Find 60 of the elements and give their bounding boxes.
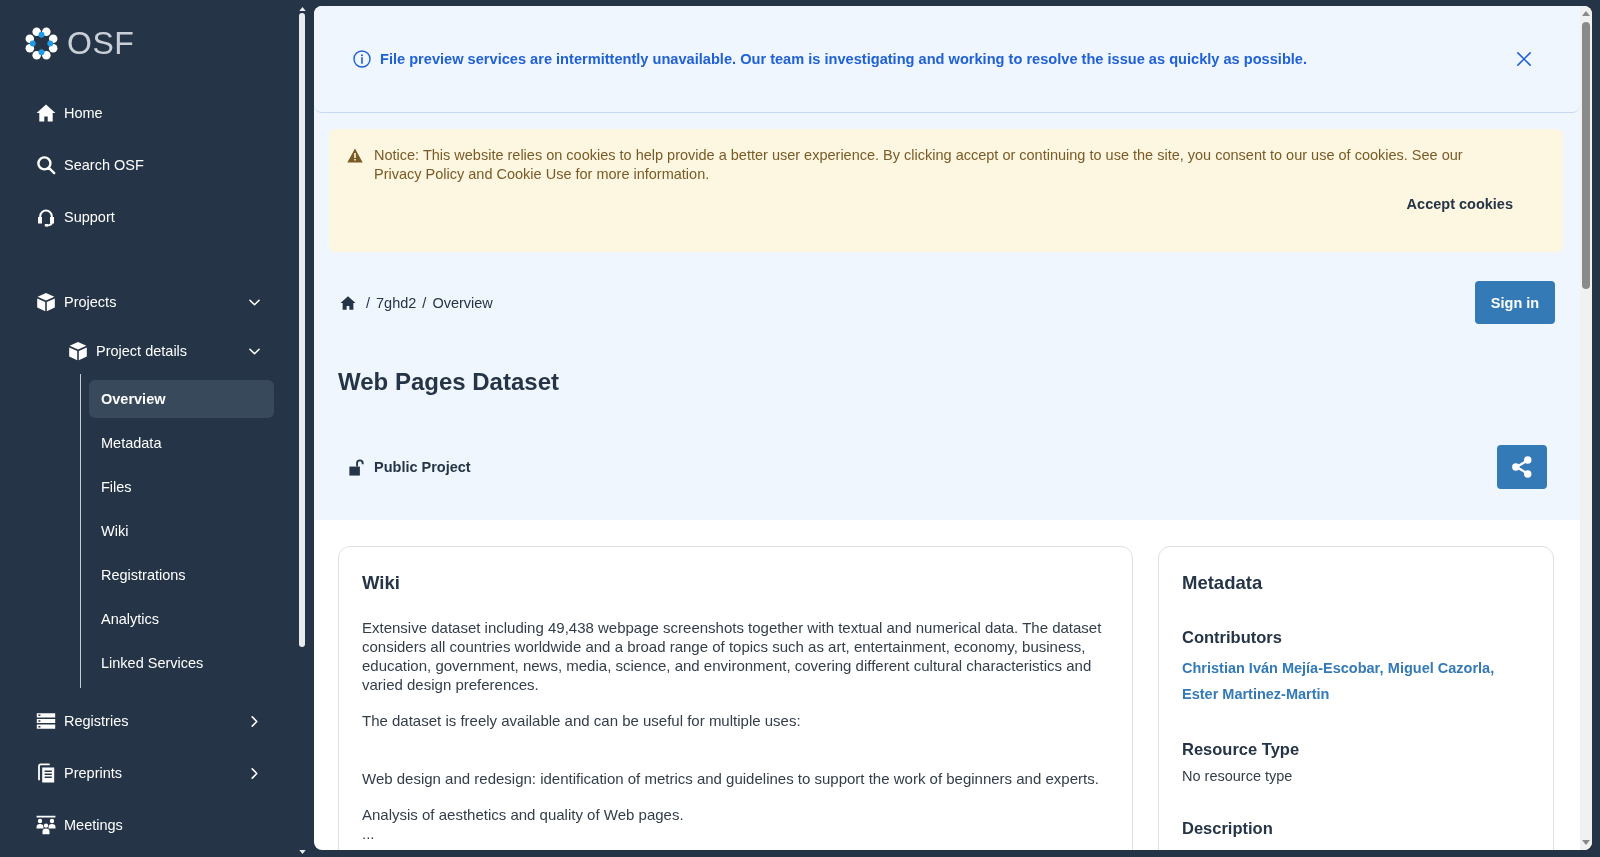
section-heading: Contributors — [1182, 627, 1282, 648]
nav-link[interactable]: Meetings — [36, 799, 260, 851]
contributor-link[interactable]: Ester Martinez-Martin — [1182, 682, 1330, 707]
ellipsis-text: ... — [362, 824, 375, 843]
arrow-down-icon[interactable] — [298, 850, 306, 854]
share-icon — [1511, 456, 1533, 478]
section-heading: Resource Type — [1182, 739, 1300, 760]
accept-cookies-button[interactable]: Accept cookies — [1394, 188, 1525, 220]
visibility-label: Public Project — [374, 459, 471, 475]
nav-link[interactable]: Search OSF — [36, 139, 260, 191]
breadcrumb-separator: / — [422, 294, 427, 311]
contributor-link[interactable]: Christian Iván Mejía-Escobar, — [1182, 656, 1384, 681]
wiki-paragraph: Web design and redesign: identification of metrics and guidelines to support the work of beginners and experts. — [362, 769, 1100, 788]
arrow-up-icon[interactable] — [298, 7, 306, 11]
nav-group-toggle[interactable]: Registries — [36, 695, 260, 747]
people-icon — [36, 815, 56, 835]
card-title: Wiki — [362, 571, 400, 595]
page-title: Web Pages Dataset — [338, 367, 559, 397]
scrollbar-thumb[interactable] — [1582, 22, 1590, 289]
breadcrumb-separator: / — [366, 294, 371, 311]
headset-icon — [36, 207, 56, 227]
nav-link[interactable]: Support — [36, 191, 260, 243]
field-value: No resource type — [1182, 767, 1293, 786]
logo-text: OSF — [67, 25, 135, 61]
nav-link[interactable]: Home — [36, 87, 260, 139]
sign-in-button[interactable]: Sign in — [1475, 281, 1555, 324]
wiki-paragraph: The dataset is freely available and can be useful for multiple uses: — [362, 711, 802, 730]
share-button[interactable] — [1497, 445, 1547, 489]
sub-nav-link[interactable]: Overview — [89, 380, 274, 418]
home-icon — [36, 103, 56, 123]
sub-nav-link[interactable]: Files — [89, 468, 274, 506]
cookie-notice-text: Notice: This website relies on cookies to help provide a better user experience. By clicking accept or continuing to use the site, you consent to our use of cookies. See our Privacy Policy and Cookie Use for more information. — [374, 146, 1464, 184]
scrollbar-thumb[interactable] — [299, 13, 305, 647]
breadcrumb-link[interactable]: 7ghd2 — [376, 294, 417, 311]
wiki-paragraph: Extensive dataset including 49,438 webpage screenshots together with textual and numerical data. The dataset considers all countries worldwide and a broad range of topics such as art, entertainment, economy, business, education, government, news, media, science, and environment, covering different cultural characteristics and varied design preferences. — [362, 618, 1103, 694]
close-icon — [1517, 52, 1531, 66]
logo-icon — [24, 25, 59, 61]
sub-nav-link[interactable]: Metadata — [89, 424, 274, 462]
search-icon — [36, 155, 56, 175]
close-button[interactable] — [1517, 52, 1531, 66]
alert-text: File preview services are intermittently unavailable. Our team is investigating and working to resolve the issue as quickly as possible. — [380, 51, 1308, 67]
warning-icon — [347, 148, 363, 163]
wiki-paragraph: Analysis of aesthetics and quality of Web pages. — [362, 805, 685, 824]
sub-nav-link[interactable]: Wiki — [89, 512, 274, 550]
sub-nav-link[interactable]: Analytics — [89, 600, 274, 638]
nav-group-toggle[interactable]: Project details — [68, 328, 260, 374]
list-icon — [36, 711, 56, 731]
cube-icon — [68, 341, 88, 361]
section-heading: Description — [1182, 818, 1273, 839]
sub-nav-link[interactable]: Linked Services — [89, 644, 274, 682]
info-icon — [353, 50, 371, 68]
cube-icon — [36, 292, 56, 312]
nav-group-toggle[interactable]: Projects — [36, 276, 260, 328]
contributor-link[interactable]: Miguel Cazorla, — [1387, 656, 1495, 681]
nav-group-toggle[interactable]: Preprints — [36, 747, 260, 799]
documents-icon — [36, 763, 56, 783]
home-icon[interactable] — [340, 294, 356, 311]
breadcrumb-current: Overview — [432, 294, 493, 311]
card-title: Metadata — [1182, 571, 1263, 595]
sub-nav-link[interactable]: Registrations — [89, 556, 274, 594]
